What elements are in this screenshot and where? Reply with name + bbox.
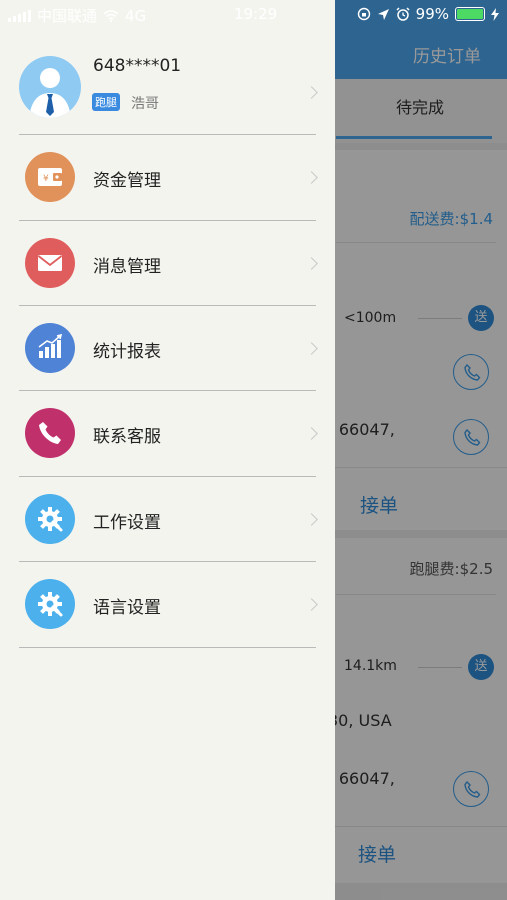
menu-label: 资金管理 (93, 171, 161, 191)
menu-label: 消息管理 (93, 257, 161, 277)
menu-item-funds[interactable]: ¥ 资金管理 (0, 135, 335, 219)
network-type: 4G (125, 6, 147, 25)
menu-item-messages[interactable]: 消息管理 (0, 221, 335, 305)
user-avatar-icon (29, 68, 71, 118)
chevron-right-icon (305, 86, 318, 99)
location-icon (377, 8, 389, 20)
battery-percent: 99% (415, 5, 449, 23)
envelope-icon (25, 238, 75, 288)
phone-icon (25, 408, 75, 458)
role-badge: 跑腿 (92, 93, 120, 111)
menu-item-customer-service[interactable]: 联系客服 (0, 391, 335, 475)
status-bar: 中国联通 4G 19:29 99% (0, 0, 507, 28)
rotation-lock-icon (357, 7, 370, 21)
chevron-right-icon (305, 342, 318, 355)
divider (19, 647, 316, 648)
battery-icon (455, 7, 485, 21)
wifi-icon (103, 9, 119, 22)
charging-icon (491, 7, 499, 21)
menu-label: 工作设置 (93, 513, 161, 533)
menu-item-statistics[interactable]: 统计报表 (0, 306, 335, 390)
chevron-right-icon (305, 598, 318, 611)
chevron-right-icon (305, 513, 318, 526)
status-left: 中国联通 4G (8, 5, 146, 26)
menu-label: 联系客服 (93, 427, 161, 447)
signal-icon (8, 9, 31, 22)
chevron-right-icon (305, 257, 318, 270)
menu-item-work-settings[interactable]: 工作设置 (0, 477, 335, 561)
menu-label: 统计报表 (93, 342, 161, 362)
user-phone: 648****01 (93, 56, 182, 76)
gear-icon (25, 494, 75, 544)
clock: 19:29 (234, 5, 278, 23)
status-right: 99% (357, 5, 499, 23)
chevron-right-icon (305, 427, 318, 440)
battery-fill (457, 9, 483, 19)
bar-chart-icon (25, 323, 75, 373)
user-nickname: 浩哥 (131, 96, 159, 112)
menu-label: 语言设置 (93, 598, 161, 618)
wallet-icon: ¥ (25, 152, 75, 202)
side-drawer: 648****01 跑腿 浩哥 ¥ 资金管理 消息管理 统计报表 联系客服 工作… (0, 0, 335, 900)
gear-icon (25, 579, 75, 629)
avatar (19, 56, 81, 118)
chevron-right-icon (305, 171, 318, 184)
carrier-name: 中国联通 (37, 7, 98, 25)
alarm-icon (396, 7, 410, 21)
svg-text:¥: ¥ (43, 174, 49, 184)
menu-item-language-settings[interactable]: 语言设置 (0, 562, 335, 646)
